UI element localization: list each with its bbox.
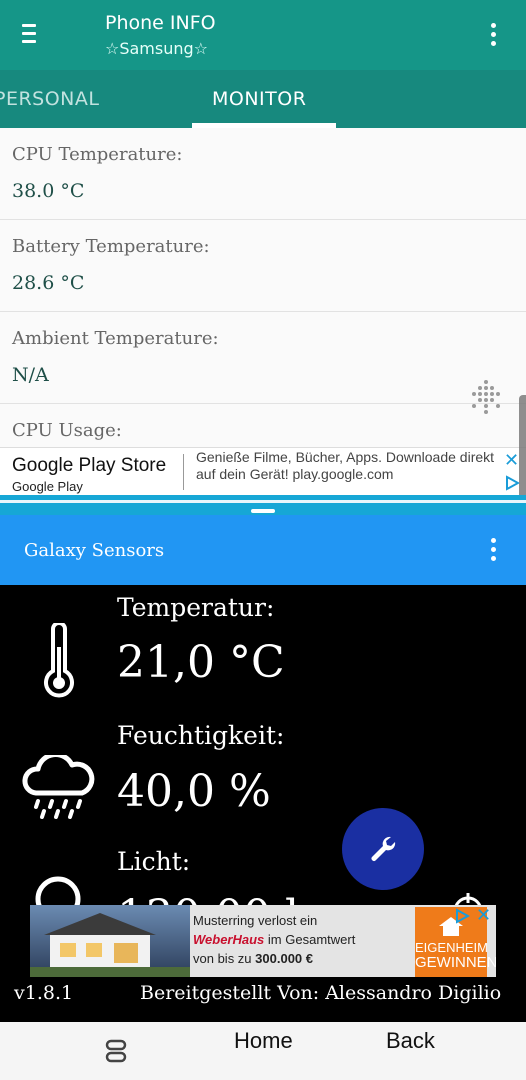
grid-dots-icon[interactable] [472,380,504,414]
sensor-label-light: Licht: [117,847,191,876]
ad-text: Musterring verlost ein WeberHaus im Gesa… [193,911,408,968]
metric-label: Ambient Temperature: [12,328,219,349]
ad-amount: 300.000 € [255,951,314,966]
metric-label: Battery Temperature: [12,236,210,257]
ad-banner-bottom[interactable]: Musterring verlost ein WeberHaus im Gesa… [30,905,496,977]
metric-label: CPU Usage: [12,420,122,441]
ad-brand-sub: Google Play [12,479,83,494]
nav-back-button[interactable]: Back [386,1028,435,1054]
split-line [0,500,526,503]
settings-fab-button[interactable] [342,808,424,890]
metric-cpu-temperature: CPU Temperature: 38.0 °C [0,128,526,220]
metric-label: CPU Temperature: [12,144,183,165]
credits-label: Bereitgestellt Von: Alessandro Digilio [140,982,502,1004]
rain-cloud-icon [22,755,95,819]
ad-line-3-pre: von bis zu [193,951,252,966]
ad-choices-icon[interactable] [454,908,470,924]
version-label: v1.8.1 [14,982,74,1004]
app-title: Galaxy Sensors [24,540,165,561]
ad-line-2-rest: im Gesamtwert [267,932,356,947]
overflow-menu-icon[interactable] [491,538,497,564]
metric-value: 28.6 °C [12,272,85,294]
system-nav-bar: Home Back [0,1022,526,1080]
ad-divider [183,454,184,490]
tab-personal[interactable]: PERSONAL [0,88,99,110]
metric-value: N/A [12,364,49,386]
sensor-label-humidity: Feuchtigkeit: [117,721,285,750]
ad-badge-line-1: EIGENHEIM [415,940,488,955]
split-drag-handle[interactable] [251,509,275,513]
ad-text: Genieße Filme, Bücher, Apps. Downloade d… [196,449,495,482]
sensor-value-humidity: 40,0 % [117,766,271,817]
ad-choices-icon[interactable] [504,475,520,491]
ad-line-2: WeberHaus im Gesamtwert [193,930,408,949]
ad-line-1: Musterring verlost ein [193,913,318,928]
phone-info-window: Phone INFO ☆Samsung☆ PERSONAL MONITOR CP… [0,0,526,502]
bottom-toolbar: Galaxy Sensors [0,515,526,585]
sensor-value-temperature: 21,0 °C [117,637,285,688]
metric-ambient-temperature: Ambient Temperature: N/A [0,312,526,404]
overflow-menu-icon[interactable] [491,23,497,49]
ad-banner-top[interactable]: Google Play Store Google Play Genieße Fi… [0,447,526,496]
ad-brand: Google Play Store [12,455,167,476]
tab-monitor-label: MONITOR [212,88,307,110]
ad-house-image [30,905,190,977]
ad-badge-line-2: GEWINNEN [415,954,496,971]
recent-apps-icon[interactable] [104,1038,128,1064]
tab-bar: PERSONAL MONITOR [0,70,526,128]
nav-home-button[interactable]: Home [234,1028,293,1054]
ad-close-icon[interactable]: ✕ [476,905,491,926]
ad-close-icon[interactable]: ✕ [504,450,519,471]
app-subtitle: ☆Samsung☆ [105,39,209,58]
sensor-label-temperature: Temperatur: [117,593,275,622]
ad-brand: WeberHaus [193,932,265,947]
top-toolbar: Phone INFO ☆Samsung☆ [0,0,526,70]
ad-line-3: von bis zu 300.000 € [193,949,408,968]
metric-value: 38.0 °C [12,180,85,202]
thermometer-icon [44,623,74,698]
tab-monitor[interactable]: MONITOR [192,70,336,128]
app-title: Phone INFO [105,12,216,34]
metric-battery-temperature: Battery Temperature: 28.6 °C [0,220,526,312]
menu-icon[interactable] [22,24,44,46]
wrench-icon [371,836,396,861]
